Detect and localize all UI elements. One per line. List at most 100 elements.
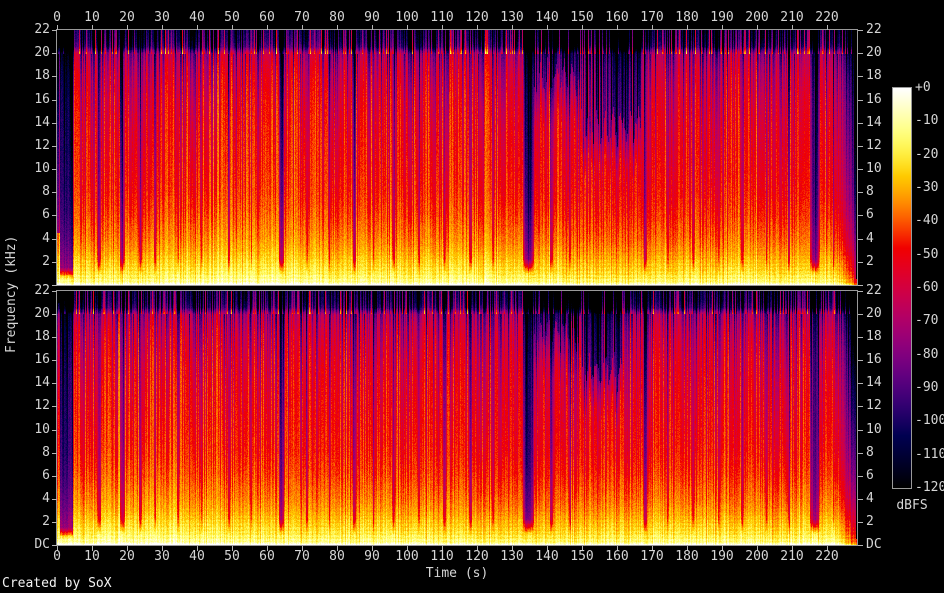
y-axis-tick-label: 16 (866, 352, 882, 368)
y-axis-tick-label: 12 (34, 137, 50, 153)
x-axis-tick (337, 25, 338, 30)
y-axis-tick (858, 498, 863, 500)
y-axis-tick-label: 8 (42, 444, 50, 460)
y-axis-tick-label: 18 (866, 68, 882, 84)
x-axis-tick-label: 100 (395, 549, 419, 564)
y-axis-tick-label: 10 (34, 421, 50, 437)
y-axis-tick (52, 406, 57, 408)
x-axis-tick (372, 25, 373, 30)
x-axis-title: Time (s) (425, 566, 489, 581)
x-axis-tick-label: 80 (329, 10, 345, 25)
y-axis-tick (52, 360, 57, 362)
x-axis-tick-label: 210 (780, 10, 804, 25)
y-axis-tick (858, 383, 863, 385)
y-axis-tick-label: 4 (866, 230, 874, 246)
colorbar-tick-label: -120 (915, 480, 944, 495)
x-axis-tick-label: 70 (294, 549, 310, 564)
y-axis-tick-label: 14 (34, 375, 50, 391)
y-axis-tick (52, 337, 57, 339)
x-axis-tick-label: 90 (364, 10, 380, 25)
y-axis-tick (858, 99, 863, 101)
x-axis-tick-label: 80 (329, 549, 345, 564)
y-axis-tick (858, 521, 863, 523)
x-axis-tick-label: 0 (53, 549, 61, 564)
x-axis-tick (407, 25, 408, 30)
y-axis-tick-label: 18 (34, 68, 50, 84)
x-axis-tick-label: 90 (364, 549, 380, 564)
y-axis-tick (52, 429, 57, 431)
colorbar-tick-label: -90 (915, 380, 939, 395)
colorbar-tick-label: -50 (915, 246, 939, 262)
colorbar-tick-label: -110 (915, 446, 944, 462)
x-axis-tick-label: 150 (570, 549, 594, 564)
y-axis-tick (858, 169, 863, 171)
x-axis-tick-label: 110 (430, 549, 454, 564)
y-axis-tick (858, 291, 863, 292)
y-axis-tick (858, 475, 863, 477)
y-axis-tick (52, 53, 57, 55)
y-axis-tick (858, 429, 863, 431)
x-axis-tick-label: 190 (710, 549, 734, 564)
x-axis-tick-label: 30 (154, 10, 170, 25)
x-axis-tick-label: 100 (395, 10, 419, 25)
x-axis-tick-label: 130 (500, 549, 524, 564)
y-axis-tick (52, 314, 57, 316)
x-axis-tick (617, 25, 618, 30)
sox-credit: Created by SoX (2, 576, 112, 591)
y-axis-tick-label: 12 (34, 398, 50, 414)
y-axis-tick-label: 22 (34, 22, 50, 37)
y-axis-tick (858, 360, 863, 362)
y-axis-tick-label: 10 (34, 161, 50, 177)
x-axis-tick-label: 170 (640, 549, 664, 564)
y-axis-tick (52, 99, 57, 101)
x-axis-tick (687, 25, 688, 30)
x-axis-tick-label: 220 (815, 549, 839, 564)
y-axis-tick-label: 12 (866, 398, 882, 414)
x-axis-tick (547, 25, 548, 30)
x-axis-tick-label: 40 (189, 10, 205, 25)
x-axis-tick (57, 25, 58, 30)
y-axis-tick (52, 383, 57, 385)
x-axis-tick-label: 150 (570, 10, 594, 25)
x-axis-tick (127, 25, 128, 30)
x-axis-tick (652, 25, 653, 30)
y-axis-tick (52, 145, 57, 147)
y-axis-tick (858, 145, 863, 147)
x-axis-tick-label: 160 (605, 549, 629, 564)
y-axis-tick (858, 53, 863, 55)
x-axis-tick (792, 25, 793, 30)
colorbar-tick-label: -10 (915, 113, 939, 129)
colorbar-tick-label: -30 (915, 180, 939, 195)
y-axis-tick-label: 20 (34, 45, 50, 61)
y-axis-tick (52, 238, 57, 240)
y-axis-tick (858, 545, 863, 546)
y-axis-tick (52, 76, 57, 78)
y-axis-tick (52, 122, 57, 124)
y-axis-tick-label: DC (34, 537, 50, 552)
colorbar-tick-label: -80 (915, 346, 939, 362)
x-axis-tick-label: 220 (815, 10, 839, 25)
y-axis-tick-label: 16 (866, 91, 882, 107)
x-axis-tick (302, 25, 303, 30)
x-axis-tick (512, 25, 513, 30)
x-axis-tick-label: 60 (259, 549, 275, 564)
x-axis-tick-label: 200 (745, 549, 769, 564)
y-axis-tick-label: DC (866, 537, 882, 552)
y-axis-tick-label: 6 (42, 207, 50, 223)
x-axis-tick (722, 25, 723, 30)
y-axis-tick (52, 192, 57, 194)
x-axis-tick-label: 50 (224, 549, 240, 564)
x-axis-tick (197, 25, 198, 30)
x-axis-tick-label: 140 (535, 549, 559, 564)
x-axis-tick (232, 25, 233, 30)
y-axis-tick (858, 285, 863, 286)
y-axis-tick-label: 6 (866, 467, 874, 483)
x-axis-tick-label: 20 (119, 549, 135, 564)
y-axis-tick-label: 8 (42, 184, 50, 200)
x-axis-tick (582, 25, 583, 30)
colorbar-tick-label: -60 (915, 280, 939, 295)
y-axis-tick (858, 215, 863, 217)
y-axis-tick-label: 2 (42, 513, 50, 529)
x-axis-tick-label: 200 (745, 10, 769, 25)
x-axis-tick (757, 25, 758, 30)
